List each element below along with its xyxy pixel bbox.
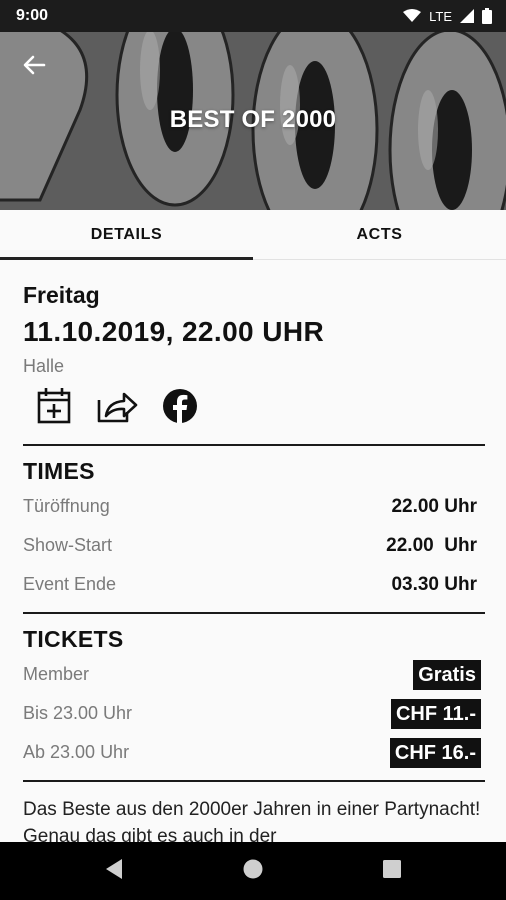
divider bbox=[23, 612, 485, 614]
ticket-label: Bis 23.00 Uhr bbox=[23, 703, 133, 723]
nav-back-button[interactable] bbox=[104, 858, 124, 885]
ticket-price-badge: Gratis bbox=[413, 659, 481, 690]
times-section-title: TIMES bbox=[23, 458, 95, 484]
ticket-label: Member bbox=[23, 664, 90, 684]
ticket-price-badge: CHF 16.- bbox=[389, 737, 481, 768]
share-icon[interactable] bbox=[96, 388, 138, 429]
event-weekday: Freitag bbox=[23, 282, 100, 308]
ticket-row: Ab 23.00 Uhr CHF 16.- bbox=[23, 733, 485, 772]
time-row: Türöffnung 22.00 Uhr bbox=[23, 487, 485, 526]
calendar-add-icon[interactable] bbox=[36, 387, 72, 430]
back-button[interactable] bbox=[18, 50, 52, 80]
nav-home-button[interactable] bbox=[242, 858, 264, 885]
event-datetime: 11.10.2019, 22.00 UHR bbox=[23, 316, 325, 347]
event-details: Freitag 11.10.2019, 22.00 UHR Halle TIME… bbox=[23, 260, 485, 850]
status-icons: LTE bbox=[403, 8, 492, 24]
event-title: BEST OF 2000 bbox=[169, 106, 337, 133]
time-row: Show-Start 22.00 Uhr bbox=[23, 526, 485, 565]
triangle-back-icon bbox=[106, 858, 122, 879]
network-type-label: LTE bbox=[429, 8, 452, 24]
signal-icon bbox=[460, 9, 474, 23]
battery-icon bbox=[482, 8, 492, 24]
event-venue: Halle bbox=[23, 356, 65, 376]
status-time: 9:00 bbox=[16, 7, 49, 24]
status-bar: 9:00 LTE bbox=[0, 0, 506, 32]
system-navigation-bar bbox=[0, 842, 506, 900]
circle-home-icon bbox=[243, 859, 263, 878]
facebook-icon[interactable] bbox=[162, 388, 198, 429]
tab-details[interactable]: DETAILS bbox=[0, 210, 253, 260]
square-recents-icon bbox=[383, 859, 401, 878]
ticket-row: Member Gratis bbox=[23, 655, 485, 694]
time-row: Event Ende 03.30 Uhr bbox=[23, 565, 485, 604]
times-list: Türöffnung 22.00 Uhr Show-Start 22.00 Uh… bbox=[23, 487, 485, 604]
arrow-left-icon bbox=[23, 55, 46, 75]
event-actions bbox=[23, 387, 485, 429]
nav-recents-button[interactable] bbox=[382, 859, 402, 884]
tickets-section-title: TICKETS bbox=[23, 626, 124, 652]
ticket-row: Bis 23.00 Uhr CHF 11.- bbox=[23, 694, 485, 733]
divider bbox=[23, 780, 485, 782]
tickets-list: Member Gratis Bis 23.00 Uhr CHF 11.- Ab … bbox=[23, 655, 485, 772]
tab-bar: DETAILS ACTS bbox=[0, 210, 506, 260]
ticket-price-badge: CHF 11.- bbox=[390, 698, 481, 729]
time-label: Event Ende bbox=[23, 574, 117, 594]
time-label: Show-Start bbox=[23, 535, 113, 555]
time-value: 22.00 Uhr bbox=[386, 534, 477, 556]
wifi-icon bbox=[403, 9, 422, 22]
time-label: Türöffnung bbox=[23, 496, 110, 516]
tab-acts[interactable]: ACTS bbox=[253, 210, 506, 259]
time-value: 22.00 Uhr bbox=[391, 495, 477, 517]
divider bbox=[23, 444, 485, 446]
time-value: 03.30 Uhr bbox=[391, 573, 477, 595]
ticket-label: Ab 23.00 Uhr bbox=[23, 742, 130, 762]
